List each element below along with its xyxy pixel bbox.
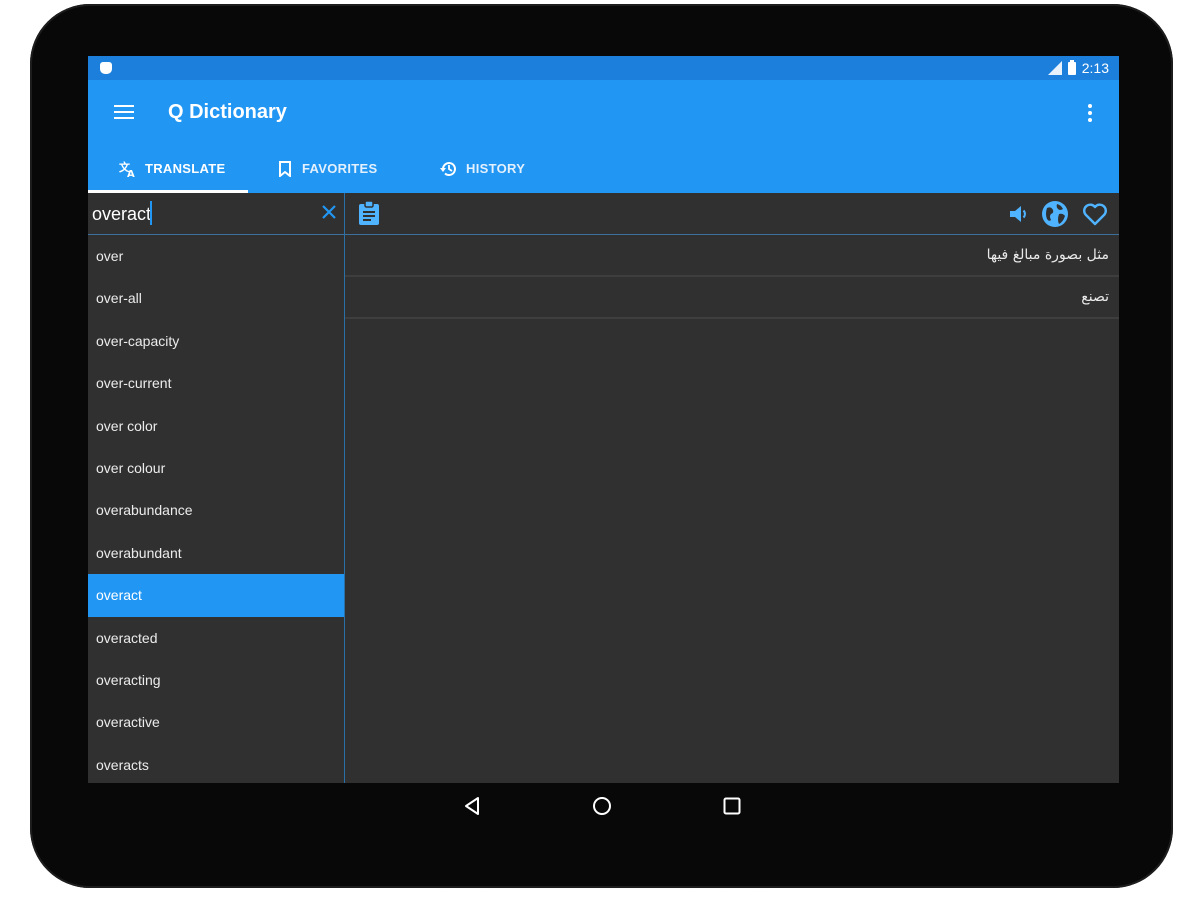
text-cursor — [150, 201, 152, 225]
search-input[interactable] — [90, 199, 314, 229]
back-icon[interactable] — [462, 795, 484, 817]
tab-translate[interactable]: 文 A TRANSLATE — [88, 144, 248, 193]
tab-history-label: HISTORY — [466, 161, 526, 176]
translation-pane: مثل بصورة مبالغ فيها تصنع — [345, 193, 1119, 783]
app-bar: Q Dictionary 文 A TRANSLATE FAVORITES HIS… — [88, 80, 1119, 193]
battery-icon — [1067, 59, 1076, 75]
hamburger-menu-icon[interactable] — [114, 105, 134, 121]
translate-icon: 文 A — [119, 160, 137, 178]
tab-translate-label: TRANSLATE — [145, 161, 226, 176]
status-bar: 2:13 — [88, 56, 1119, 80]
list-item[interactable]: overactive — [88, 701, 344, 743]
svg-text:A: A — [127, 169, 135, 178]
word-list: over over-all over-capacity over-current… — [88, 235, 344, 783]
speaker-icon[interactable] — [1007, 202, 1031, 226]
app-title: Q Dictionary — [168, 101, 287, 123]
history-icon — [440, 160, 458, 178]
word-list-pane: over over-all over-capacity over-current… — [88, 193, 345, 783]
globe-icon[interactable] — [1041, 200, 1069, 228]
clock: 2:13 — [1081, 60, 1109, 76]
device-screen: 2:13 Q Dictionary 文 A TRANSLATE FAVORITE… — [88, 56, 1119, 783]
list-item[interactable]: overabundant — [88, 532, 344, 574]
list-item[interactable]: over-capacity — [88, 320, 344, 362]
list-item[interactable]: overabundance — [88, 489, 344, 531]
translation-toolbar — [345, 193, 1119, 235]
search-bar — [88, 193, 344, 235]
close-icon[interactable] — [320, 203, 338, 221]
recents-icon[interactable] — [722, 796, 742, 816]
list-item-selected[interactable]: overact — [88, 574, 344, 617]
translation-item: تصنع — [345, 277, 1119, 319]
heart-icon[interactable] — [1081, 200, 1109, 228]
list-item[interactable]: over — [88, 235, 344, 277]
list-item[interactable]: overacted — [88, 617, 344, 659]
more-vert-icon[interactable] — [1087, 104, 1093, 124]
system-nav-bar — [88, 783, 1119, 829]
status-indicators: 2:13 — [1047, 59, 1109, 77]
tab-favorites-label: FAVORITES — [302, 161, 378, 176]
translation-item: مثل بصورة مبالغ فيها — [345, 235, 1119, 277]
tab-favorites[interactable]: FAVORITES — [248, 144, 410, 193]
list-item[interactable]: overacts — [88, 744, 344, 783]
tab-bar: 文 A TRANSLATE FAVORITES HISTORY — [88, 144, 584, 193]
signal-icon — [1047, 61, 1062, 75]
list-item[interactable]: over colour — [88, 447, 344, 489]
list-item[interactable]: overacting — [88, 659, 344, 701]
tab-history[interactable]: HISTORY — [410, 144, 584, 193]
clipboard-icon[interactable] — [357, 200, 381, 226]
home-icon[interactable] — [591, 795, 613, 817]
list-item[interactable]: over color — [88, 405, 344, 447]
list-item[interactable]: over-current — [88, 362, 344, 404]
bookmark-icon — [276, 160, 294, 178]
app-notification-icon — [100, 62, 112, 74]
list-item[interactable]: over-all — [88, 277, 344, 319]
